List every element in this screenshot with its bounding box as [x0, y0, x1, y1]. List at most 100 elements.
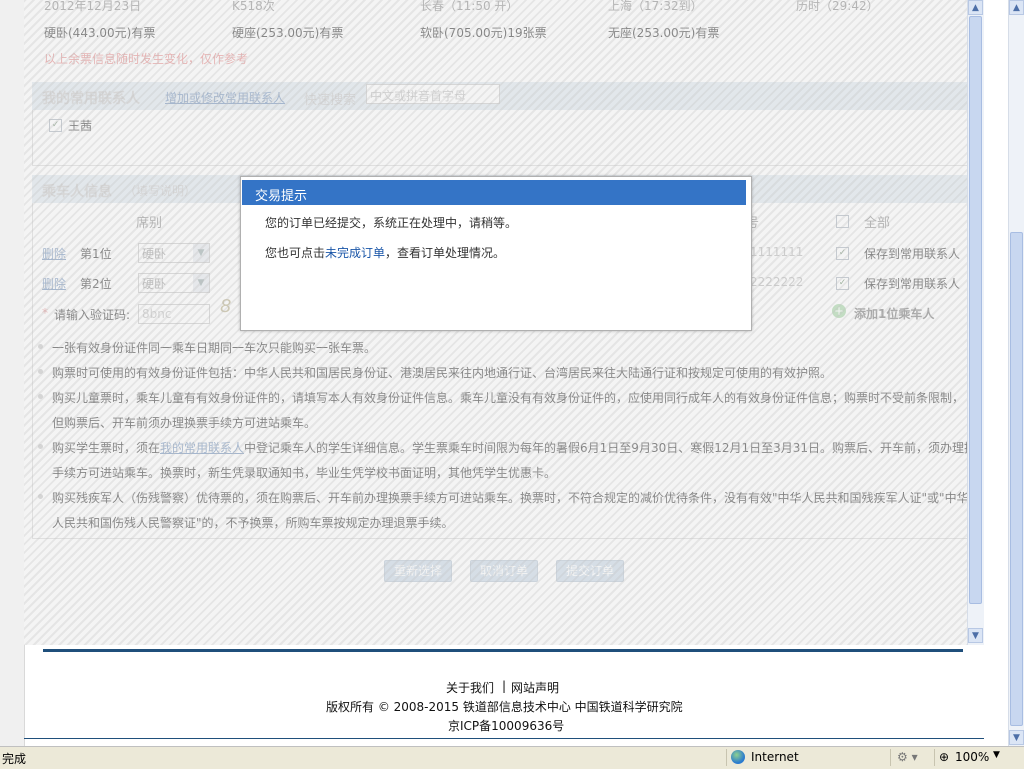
zoom-level[interactable]: 100% [955, 750, 989, 764]
save-contact-label-2: 保存到常用联系人 [864, 277, 961, 291]
train-date: 2012年12月23日 [44, 0, 142, 13]
page-scrollbar[interactable]: ▲ ▼ [1008, 0, 1024, 746]
zone-cell: Internet [726, 749, 887, 766]
seat-select-1[interactable]: 硬卧 ▼ [138, 243, 210, 263]
footer-rule [43, 649, 963, 652]
zone-text: Internet [751, 750, 799, 764]
transaction-dialog: 交易提示 您的订单已经提交，系统正在处理中，请稍等。 您也可点击未完成订单，查看… [240, 176, 752, 331]
id-number-2: 2222222 [750, 275, 804, 289]
about-link[interactable]: 关于我们 [446, 679, 494, 696]
scroll-up-icon[interactable]: ▲ [1009, 0, 1024, 15]
seat-soft-sleeper: 软卧(705.00元)19张票 [420, 26, 547, 40]
train-from: 长春（11:50 开） [420, 0, 519, 13]
rule-2: 购票时可使用的有效身份证件包括：中华人民共和国居民身份证、港澳居民来往内地通行证… [52, 366, 833, 380]
rule-4a: 购买学生票时，须在我的常用联系人中登记乘车人的学生详细信息。学生票乘车时间限为每… [52, 439, 968, 456]
rule-3a: 购买儿童票时，乘车儿童有有效身份证件的，请填写本人有效身份证件信息。乘车儿童没有… [52, 391, 965, 405]
dialog-message-2-prefix: 您也可点击 [265, 246, 326, 260]
globe-icon [731, 750, 745, 764]
dialog-title: 交易提示 [255, 189, 308, 204]
dialog-message-1: 您的订单已经提交，系统正在处理中，请稍等。 [265, 216, 518, 230]
captcha-label: 请输入验证码: [54, 308, 131, 322]
col-all-header: 全部 [864, 216, 891, 231]
reselect-button[interactable]: 重新选择 [384, 560, 452, 582]
seat-select-2-value: 硬卧 [142, 277, 167, 291]
seat-hard-seat: 硬座(253.00元)有票 [232, 26, 344, 40]
contacts-header: 我的常用联系人 增加或修改常用联系人 快速搜索 中文或拼音首字母 [32, 82, 968, 110]
footer-bottom-line [24, 738, 984, 739]
submit-order-button[interactable]: 提交订单 [556, 560, 624, 582]
copyright: 版权所有 © 2008-2015 铁道部信息技术中心 中国铁道科学研究院 [326, 700, 683, 714]
my-contacts-link[interactable]: 我的常用联系人 [160, 441, 244, 455]
rule-4b: 手续方可进站乘车。换票时，新生凭录取通知书，毕业生凭学校书面证明，其他凭学生优惠… [52, 466, 557, 480]
footer-separator: | [502, 679, 507, 693]
zoom-cell[interactable]: ⊕ 100% ▼ [934, 749, 1011, 766]
train-duration: 历时（29:42） [796, 0, 879, 13]
delete-passenger-1[interactable]: 删除 [42, 245, 66, 262]
rule-bullet [38, 344, 43, 349]
contacts-title: 我的常用联系人 [42, 91, 140, 107]
left-gutter [0, 0, 25, 746]
status-bar: 完成 Internet ⚙ ▾ ⊕ 100% ▼ [0, 746, 1024, 769]
captcha-image[interactable]: 8 [220, 296, 231, 317]
contact-checkbox[interactable]: ✓ [49, 119, 62, 132]
add-passenger-icon[interactable]: + [832, 304, 846, 318]
passenger-help-link[interactable]: （填写说明） [124, 182, 196, 199]
seat-select-2[interactable]: 硬卧 ▼ [138, 273, 210, 293]
manage-contacts-link[interactable]: 增加或修改常用联系人 [165, 89, 285, 106]
rule-3b: 但购票后、开车前须办理换票手续方可进站乘车。 [52, 416, 317, 430]
quick-search-label: 快速搜索 [304, 93, 357, 108]
save-contact-checkbox-1[interactable]: ✓ [836, 247, 849, 260]
save-contact-label-1: 保存到常用联系人 [864, 247, 961, 261]
rule-5b: 人民共和国伤残人民警察证"的，不予换票，所购车票按规定办理退票手续。 [52, 516, 454, 530]
inner-scrollbar[interactable]: ▲ ▼ [967, 0, 984, 645]
scroll-down-icon[interactable]: ▼ [1009, 730, 1024, 745]
dialog-message-2: 您也可点击未完成订单，查看订单处理情况。 [265, 244, 505, 261]
add-passenger-link[interactable]: 添加1位乘车人 [854, 305, 934, 322]
rule-bullet [38, 369, 43, 374]
inner-scroll-thumb[interactable] [969, 16, 982, 604]
status-text: 完成 [2, 752, 27, 766]
unfinished-order-link[interactable]: 未完成订单 [325, 246, 385, 260]
settings-icon[interactable]: ⚙ ▾ [897, 750, 918, 764]
passenger-title: 乘车人信息 [42, 184, 112, 200]
passenger-pos-1: 第1位 [80, 247, 112, 261]
scroll-down-icon[interactable]: ▼ [968, 628, 983, 643]
seat-select-1-value: 硬卧 [142, 247, 167, 261]
browser-viewport: 2012年12月23日 K518次 长春（11:50 开） 上海（17:32到）… [0, 0, 1008, 746]
rule-5a: 购买残疾军人（伤残警察）优待票的，须在购票后、开车前办理换票手续方可进站乘车。换… [52, 491, 968, 505]
captcha-input[interactable]: 8bnc [138, 304, 210, 324]
seat-no-seat: 无座(253.00元)有票 [608, 26, 720, 40]
seat-hard-sleeper: 硬卧(443.00元)有票 [44, 26, 156, 40]
icp-number: 京ICP备10009636号 [448, 719, 565, 733]
train-number: K518次 [232, 0, 275, 13]
chevron-down-icon: ▼ [193, 244, 209, 262]
dialog-message-2-suffix: ，查看订单处理情况。 [385, 246, 506, 260]
delete-passenger-2[interactable]: 删除 [42, 275, 66, 292]
passenger-pos-2: 第2位 [80, 277, 112, 291]
select-all-checkbox[interactable] [836, 215, 849, 228]
page-scroll-thumb[interactable] [1010, 232, 1023, 726]
chevron-down-icon[interactable]: ▼ [993, 750, 1000, 760]
quick-search-placeholder: 中文或拼音首字母 [370, 89, 467, 103]
cancel-order-button[interactable]: 取消订单 [470, 560, 538, 582]
dialog-title-bar: 交易提示 [242, 180, 746, 205]
quick-search-input[interactable]: 中文或拼音首字母 [366, 84, 500, 104]
ticket-notice: 以上余票信息随时发生变化，仅作参考 [44, 52, 249, 66]
security-cell[interactable]: ⚙ ▾ [890, 749, 931, 766]
rule-bullet [38, 444, 43, 449]
contact-name: 王茜 [68, 119, 93, 133]
save-contact-checkbox-2[interactable]: ✓ [836, 277, 849, 290]
zoom-icon: ⊕ [939, 750, 950, 764]
rule-4-prefix: 购买学生票时，须在 [52, 441, 161, 455]
train-to: 上海（17:32到） [608, 0, 703, 13]
statement-link[interactable]: 网站声明 [511, 679, 559, 696]
captcha-value: 8bnc [142, 307, 172, 321]
col-seat-header: 席别 [136, 216, 163, 231]
chevron-down-icon: ▼ [193, 274, 209, 292]
rule-4-suffix: 中登记乘车人的学生详细信息。学生票乘车时间限为每年的暑假6月1日至9月30日、寒… [244, 441, 968, 455]
scroll-up-icon[interactable]: ▲ [968, 0, 983, 15]
rule-bullet [38, 494, 43, 499]
required-asterisk: * [42, 306, 48, 320]
rule-1: 一张有效身份证件同一乘车日期同一车次只能购买一张车票。 [52, 341, 377, 355]
rule-bullet [38, 394, 43, 399]
